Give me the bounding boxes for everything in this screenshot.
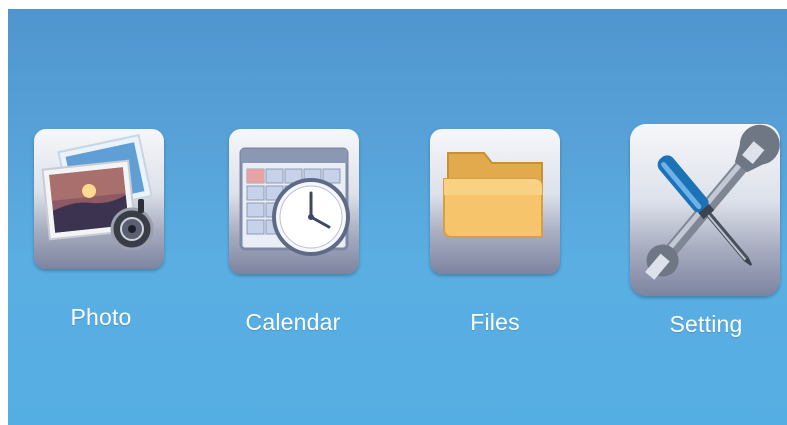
- calendar-tile[interactable]: [229, 129, 359, 274]
- menu-item-files[interactable]: Files: [420, 124, 570, 344]
- menu-item-calendar[interactable]: Calendar: [218, 124, 368, 344]
- menu-item-label: Setting: [669, 311, 743, 337]
- menu-item-label: Photo: [70, 304, 132, 330]
- menu-item-label: Calendar: [245, 309, 341, 335]
- files-tile[interactable]: [430, 129, 560, 274]
- setting-tile[interactable]: [630, 124, 780, 296]
- wrench-screwdriver-icon: [645, 124, 780, 280]
- calendar-clock-icon: [239, 147, 350, 256]
- menu-item-photo[interactable]: Photo: [26, 124, 176, 344]
- folder-icon: [443, 152, 543, 238]
- photo-tile[interactable]: [34, 129, 164, 269]
- home-screen: Photo Calendar Files Setting: [8, 9, 787, 425]
- photo-icon: [41, 133, 154, 251]
- menu-item-setting[interactable]: Setting: [626, 119, 786, 349]
- menu-item-label: Files: [470, 309, 520, 335]
